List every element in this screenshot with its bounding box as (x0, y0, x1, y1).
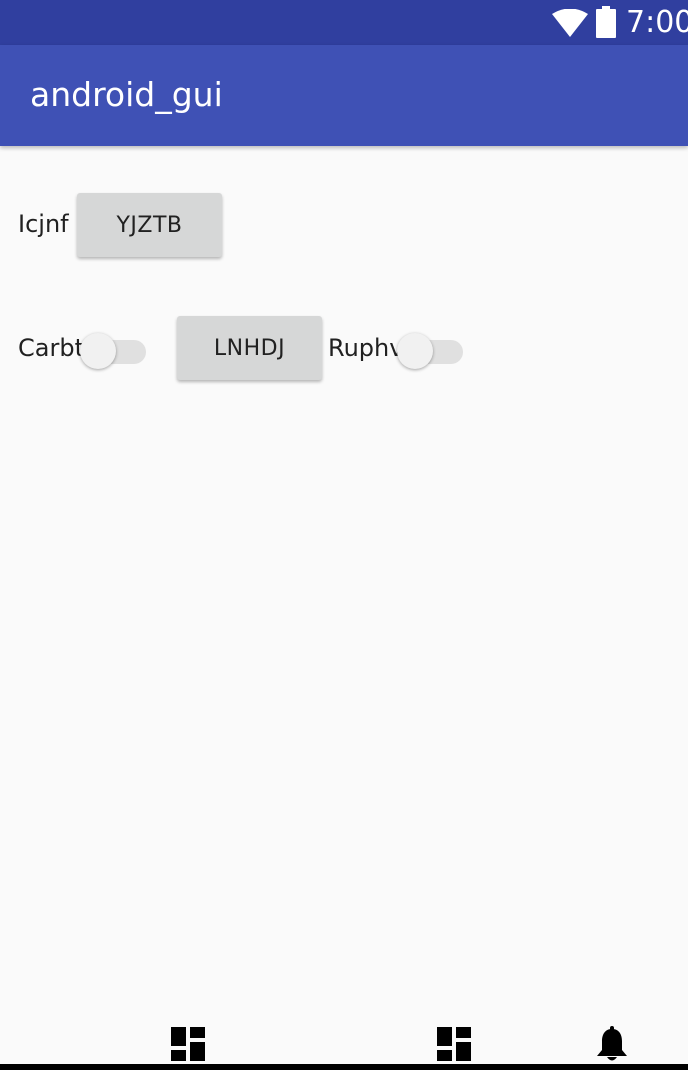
bell-icon[interactable] (594, 1026, 630, 1062)
icjnf-label: Icjnf (18, 210, 69, 238)
status-time: 7:00 (626, 5, 688, 40)
carbt-switch[interactable] (80, 327, 148, 369)
ruphv-switch[interactable] (397, 327, 465, 369)
ruphv-label: Ruphv (328, 334, 404, 362)
battery-icon (596, 6, 616, 38)
dashboard-icon[interactable] (170, 1026, 206, 1062)
navigation-bar (0, 1064, 688, 1070)
dashboard-icon[interactable] (436, 1026, 472, 1062)
app-bar: android_gui (0, 45, 688, 146)
switch-thumb (397, 333, 433, 369)
yjztb-button[interactable]: YJZTB (77, 193, 222, 257)
wifi-icon (552, 9, 588, 37)
lnhdj-button[interactable]: LNHDJ (177, 316, 322, 380)
switch-thumb (80, 333, 116, 369)
carbt-label: Carbt (18, 334, 84, 362)
app-title: android_gui (30, 75, 223, 114)
status-bar: 7:00 (0, 0, 688, 45)
